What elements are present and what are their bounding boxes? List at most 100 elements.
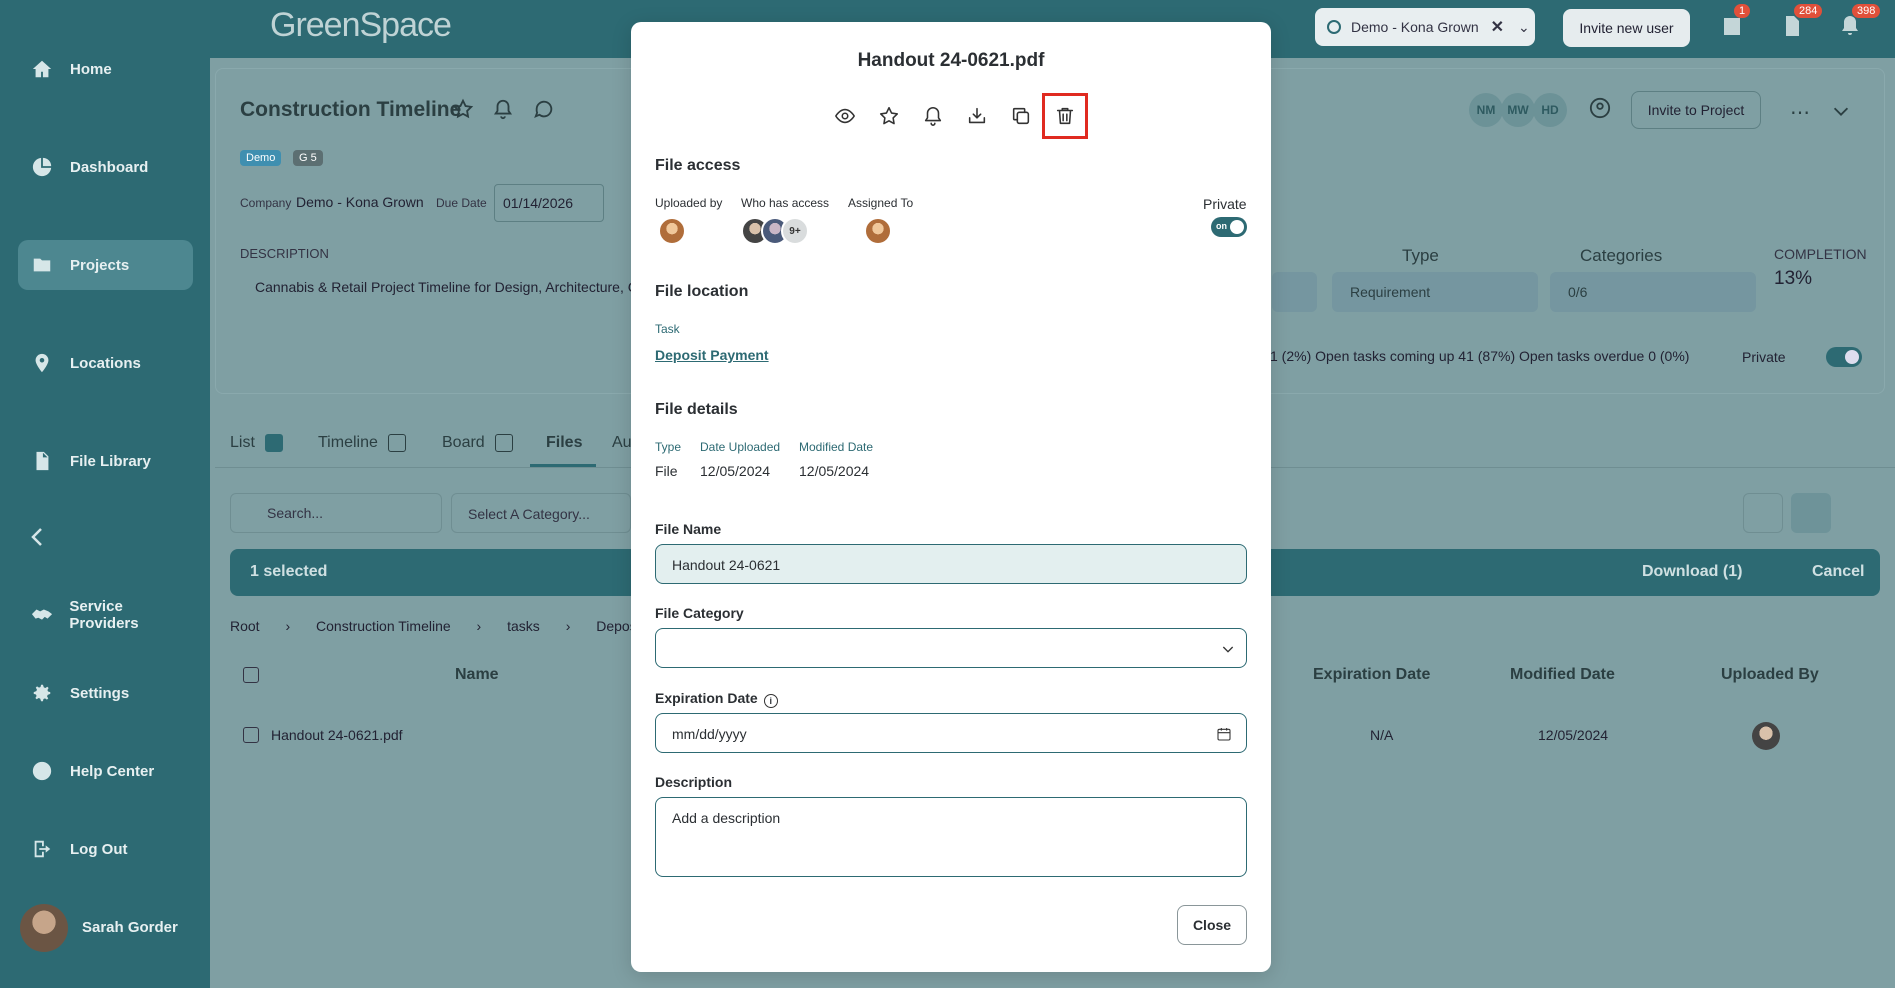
sidebar-item-file-library[interactable]: File Library: [18, 436, 193, 486]
cancel-selection-button[interactable]: Cancel: [1812, 563, 1864, 581]
column-header-expiration[interactable]: Expiration Date: [1313, 666, 1430, 684]
member-avatar[interactable]: HD: [1533, 93, 1567, 127]
file-access-heading: File access: [655, 157, 741, 174]
breadcrumb-separator: ›: [285, 618, 291, 634]
grid-view-icon[interactable]: [1831, 493, 1871, 533]
breadcrumb-item[interactable]: tasks: [507, 618, 540, 634]
due-date-input[interactable]: 01/14/2026: [494, 184, 604, 222]
file-name-input[interactable]: Handout 24-0621: [655, 544, 1247, 584]
invite-new-user-button[interactable]: Invite new user: [1563, 9, 1690, 47]
breadcrumb-separator: ›: [565, 618, 571, 634]
sidebar-item-settings[interactable]: Settings: [18, 668, 193, 718]
bell-icon[interactable]: [911, 94, 955, 138]
trash-icon[interactable]: [1042, 93, 1088, 139]
search-input[interactable]: Search...: [230, 493, 442, 533]
file-row-name[interactable]: Handout 24-0621.pdf: [271, 727, 403, 743]
tasks-icon[interactable]: 1: [1720, 4, 1751, 40]
tab-timeline[interactable]: Timeline: [318, 434, 406, 452]
bell-icon[interactable]: 398: [1838, 4, 1881, 40]
expiration-date-input[interactable]: mm/dd/yyyy: [655, 713, 1247, 753]
files-icon[interactable]: 284: [1780, 4, 1823, 40]
tab-label: Board: [442, 434, 485, 451]
row-checkbox[interactable]: [243, 727, 259, 743]
category-filter[interactable]: Select A Category...: [451, 493, 631, 533]
categories-label: Categories: [1580, 246, 1663, 265]
assigned-to-label: Assigned To: [848, 196, 914, 210]
sidebar-item-home[interactable]: Home: [18, 44, 193, 94]
tab-audit[interactable]: Au: [612, 434, 632, 452]
gear-icon: [30, 681, 54, 705]
description-textarea[interactable]: Add a description: [655, 797, 1247, 877]
type-select[interactable]: Requirement: [1332, 272, 1538, 312]
collapse-sidebar-icon[interactable]: [26, 525, 50, 549]
tab-board[interactable]: Board: [442, 434, 513, 452]
info-icon[interactable]: i: [763, 694, 778, 708]
column-header-modified[interactable]: Modified Date: [1510, 666, 1615, 684]
comment-icon[interactable]: [533, 98, 557, 122]
download-icon[interactable]: [955, 94, 999, 138]
file-category-select[interactable]: [655, 628, 1247, 668]
tasks-badge: 1: [1734, 4, 1751, 18]
access-more-count[interactable]: 9+: [781, 217, 809, 245]
description-label: Description: [655, 774, 733, 790]
task-link[interactable]: Deposit Payment: [655, 347, 769, 363]
company-selector[interactable]: Demo - Kona Grown ✕ ⌄: [1315, 8, 1535, 46]
sidebar-item-label: Settings: [70, 684, 130, 702]
column-header-name[interactable]: Name: [455, 666, 499, 684]
modified-date-value: 12/05/2024: [799, 463, 870, 479]
sidebar-item-service-providers[interactable]: Service Providers: [18, 590, 193, 640]
list-view-icon[interactable]: [1791, 493, 1831, 533]
task-label: Task: [655, 322, 680, 336]
sidebar-item-help-center[interactable]: Help Center: [18, 746, 193, 796]
add-user-icon[interactable]: [1589, 97, 1613, 121]
tag-demo: Demo: [240, 150, 282, 166]
chevron-down-icon[interactable]: ⌄: [1518, 19, 1530, 36]
sidebar-item-label: Dashboard: [70, 158, 149, 176]
chevron-down-icon[interactable]: [1830, 100, 1854, 124]
user-avatar[interactable]: [20, 904, 68, 952]
copy-icon[interactable]: [999, 94, 1043, 138]
tab-files[interactable]: Files: [546, 434, 582, 452]
private-toggle[interactable]: [1826, 347, 1862, 367]
file-view-icon[interactable]: [1743, 493, 1783, 533]
invite-to-project-button[interactable]: Invite to Project: [1631, 91, 1761, 129]
selected-count: 1 selected: [250, 563, 328, 580]
breadcrumb-item[interactable]: Construction Timeline: [316, 618, 451, 634]
select-all-checkbox[interactable]: [243, 667, 259, 683]
file-row-expiration: N/A: [1370, 727, 1394, 743]
eye-icon[interactable]: [823, 94, 867, 138]
sidebar: Home Dashboard Projects Locations File L…: [0, 0, 210, 988]
download-button[interactable]: Download (1): [1642, 563, 1742, 581]
checkbox[interactable]: [494, 434, 513, 452]
checkbox[interactable]: [387, 434, 406, 452]
uploader-avatar[interactable]: [658, 217, 686, 245]
modified-date-label: Modified Date: [799, 440, 874, 454]
greenspace-logo[interactable]: GreenSpace: [270, 6, 452, 45]
notifications-badge: 398: [1852, 4, 1881, 18]
breadcrumb-separator: ›: [476, 618, 482, 634]
assignee-avatar[interactable]: [864, 217, 892, 245]
file-location-heading: File location: [655, 283, 749, 300]
sidebar-item-log-out[interactable]: Log Out: [18, 824, 193, 874]
sidebar-item-projects[interactable]: Projects: [18, 240, 193, 290]
bell-icon[interactable]: [492, 98, 516, 122]
status-select[interactable]: [1272, 272, 1317, 312]
close-button[interactable]: Close: [1177, 905, 1247, 945]
sidebar-item-dashboard[interactable]: Dashboard: [18, 142, 193, 192]
member-avatar[interactable]: NM: [1469, 93, 1503, 127]
categories-select[interactable]: 0/6: [1550, 272, 1756, 312]
sidebar-item-locations[interactable]: Locations: [18, 338, 193, 388]
star-icon[interactable]: [867, 94, 911, 138]
checkbox[interactable]: [264, 434, 283, 452]
clear-company-icon[interactable]: ✕: [1491, 17, 1504, 37]
tab-list[interactable]: List: [230, 434, 283, 452]
more-options-icon[interactable]: ⋯: [1790, 100, 1814, 124]
sidebar-user-name[interactable]: Sarah Gorder: [82, 919, 178, 936]
column-header-uploaded-by: Uploaded By: [1721, 666, 1819, 683]
modal-title: Handout 24-0621.pdf: [857, 50, 1045, 71]
private-toggle[interactable]: on: [1211, 217, 1247, 237]
star-icon[interactable]: [452, 98, 476, 122]
calendar-icon[interactable]: [1216, 726, 1232, 742]
member-avatar[interactable]: MW: [1501, 93, 1535, 127]
breadcrumb-item[interactable]: Root: [230, 618, 260, 634]
